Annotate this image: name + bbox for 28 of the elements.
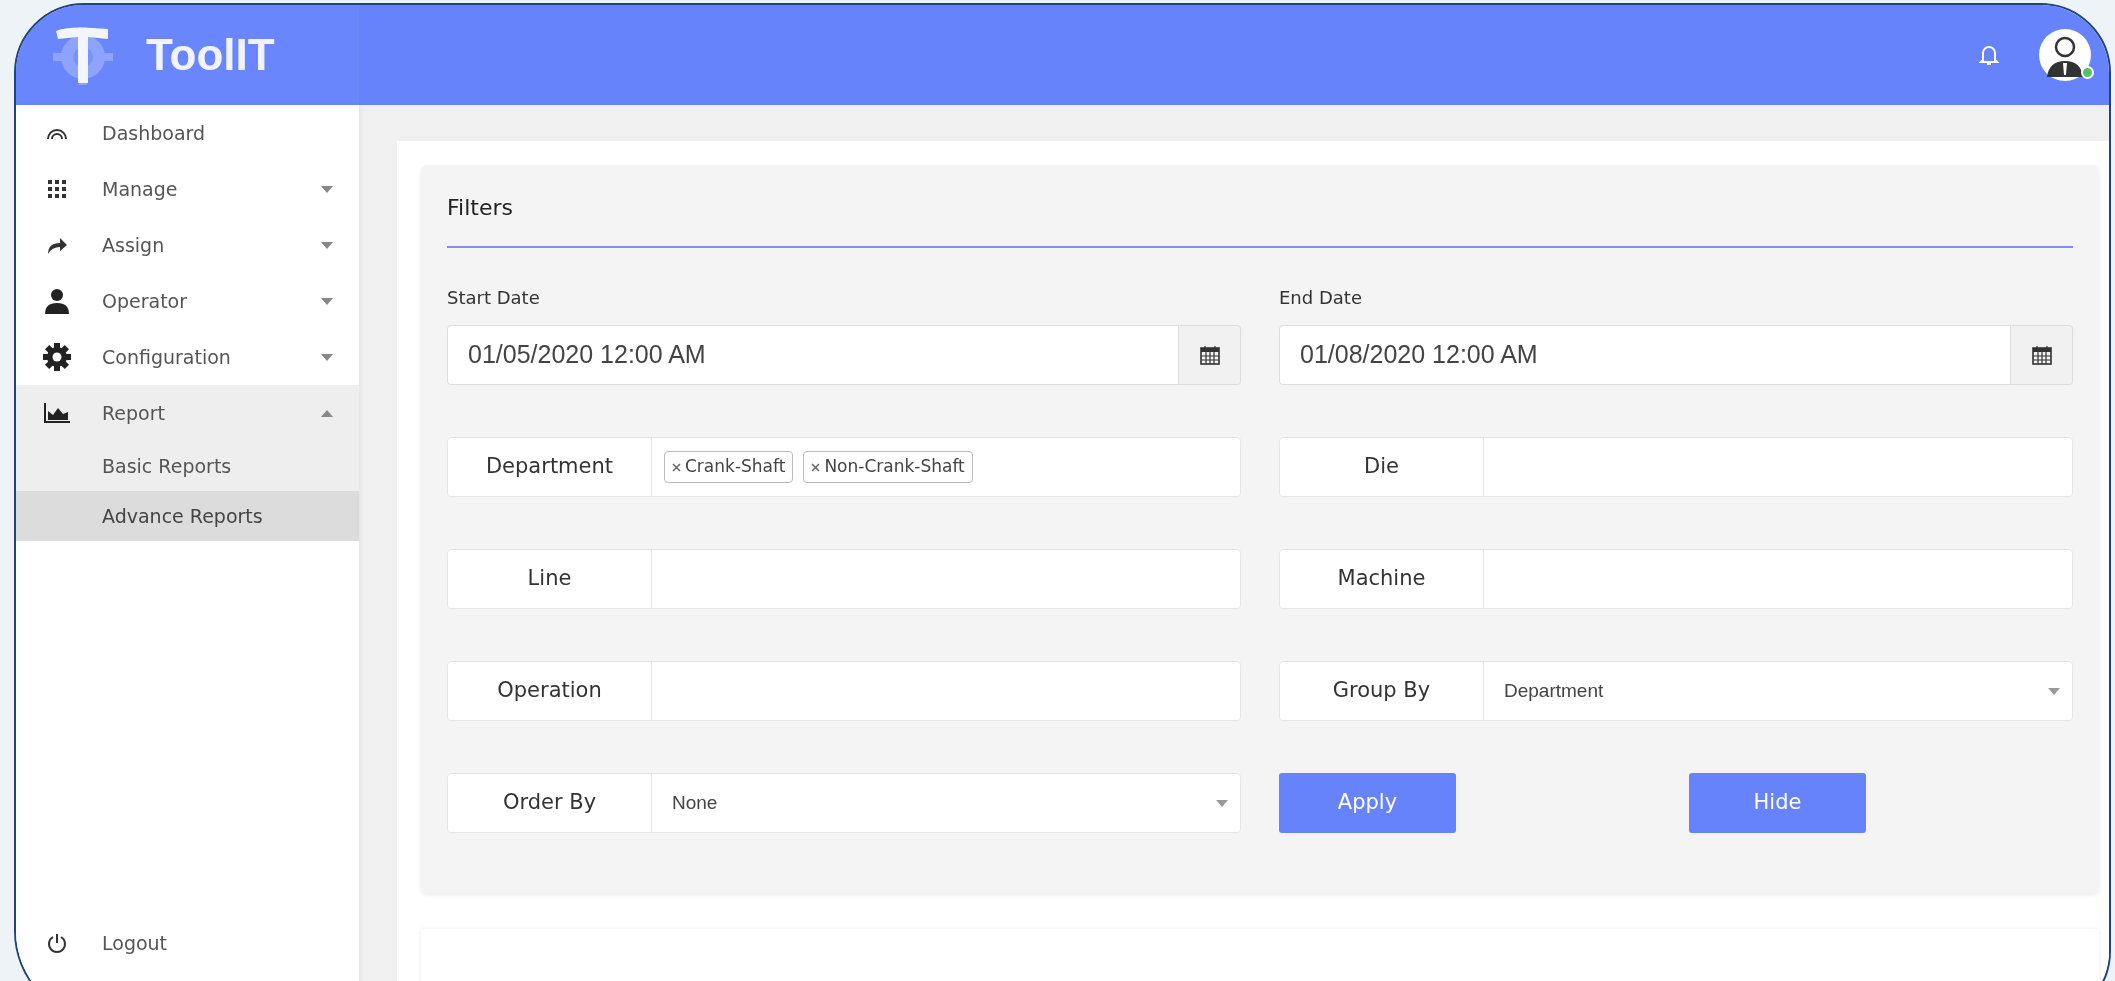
date-input[interactable]: 01/08/2020 12:00 AM: [1279, 325, 2011, 385]
person-icon: [44, 288, 70, 314]
bell-icon[interactable]: [1979, 44, 1999, 66]
calendar-icon: [2031, 345, 2052, 365]
sidebar-item[interactable]: Manage: [16, 161, 359, 217]
calendar-button[interactable]: [1179, 325, 1241, 385]
sidebar-item[interactable]: Assign: [16, 217, 359, 273]
sidebar-subitem[interactable]: Basic Reports: [16, 441, 359, 491]
sidebar-item[interactable]: Report: [16, 385, 359, 441]
power-icon: [47, 933, 67, 953]
date-input[interactable]: 01/05/2020 12:00 AM: [447, 325, 1179, 385]
sidebar-subitem[interactable]: Advance Reports: [16, 491, 359, 541]
filters-title: Filters: [447, 191, 2073, 248]
sidebar-item[interactable]: Dashboard: [16, 105, 359, 161]
app-title: ToolIT: [146, 29, 275, 81]
sidebar-item[interactable]: Operator: [16, 273, 359, 329]
gear-icon: [43, 343, 71, 371]
calendar-button[interactable]: [2011, 325, 2073, 385]
field-label: End Date: [1279, 286, 1363, 310]
logout-link[interactable]: Logout: [16, 915, 359, 971]
area-chart-icon: [44, 403, 70, 423]
signal-arcs-icon: [46, 126, 68, 140]
share-arrow-icon: [46, 236, 68, 254]
sidebar-item[interactable]: Configuration: [16, 329, 359, 385]
calendar-icon: [1199, 345, 1220, 365]
field-label: Start Date: [447, 286, 541, 310]
grid-dots-icon: [48, 180, 66, 198]
user-avatar[interactable]: [2039, 29, 2091, 81]
